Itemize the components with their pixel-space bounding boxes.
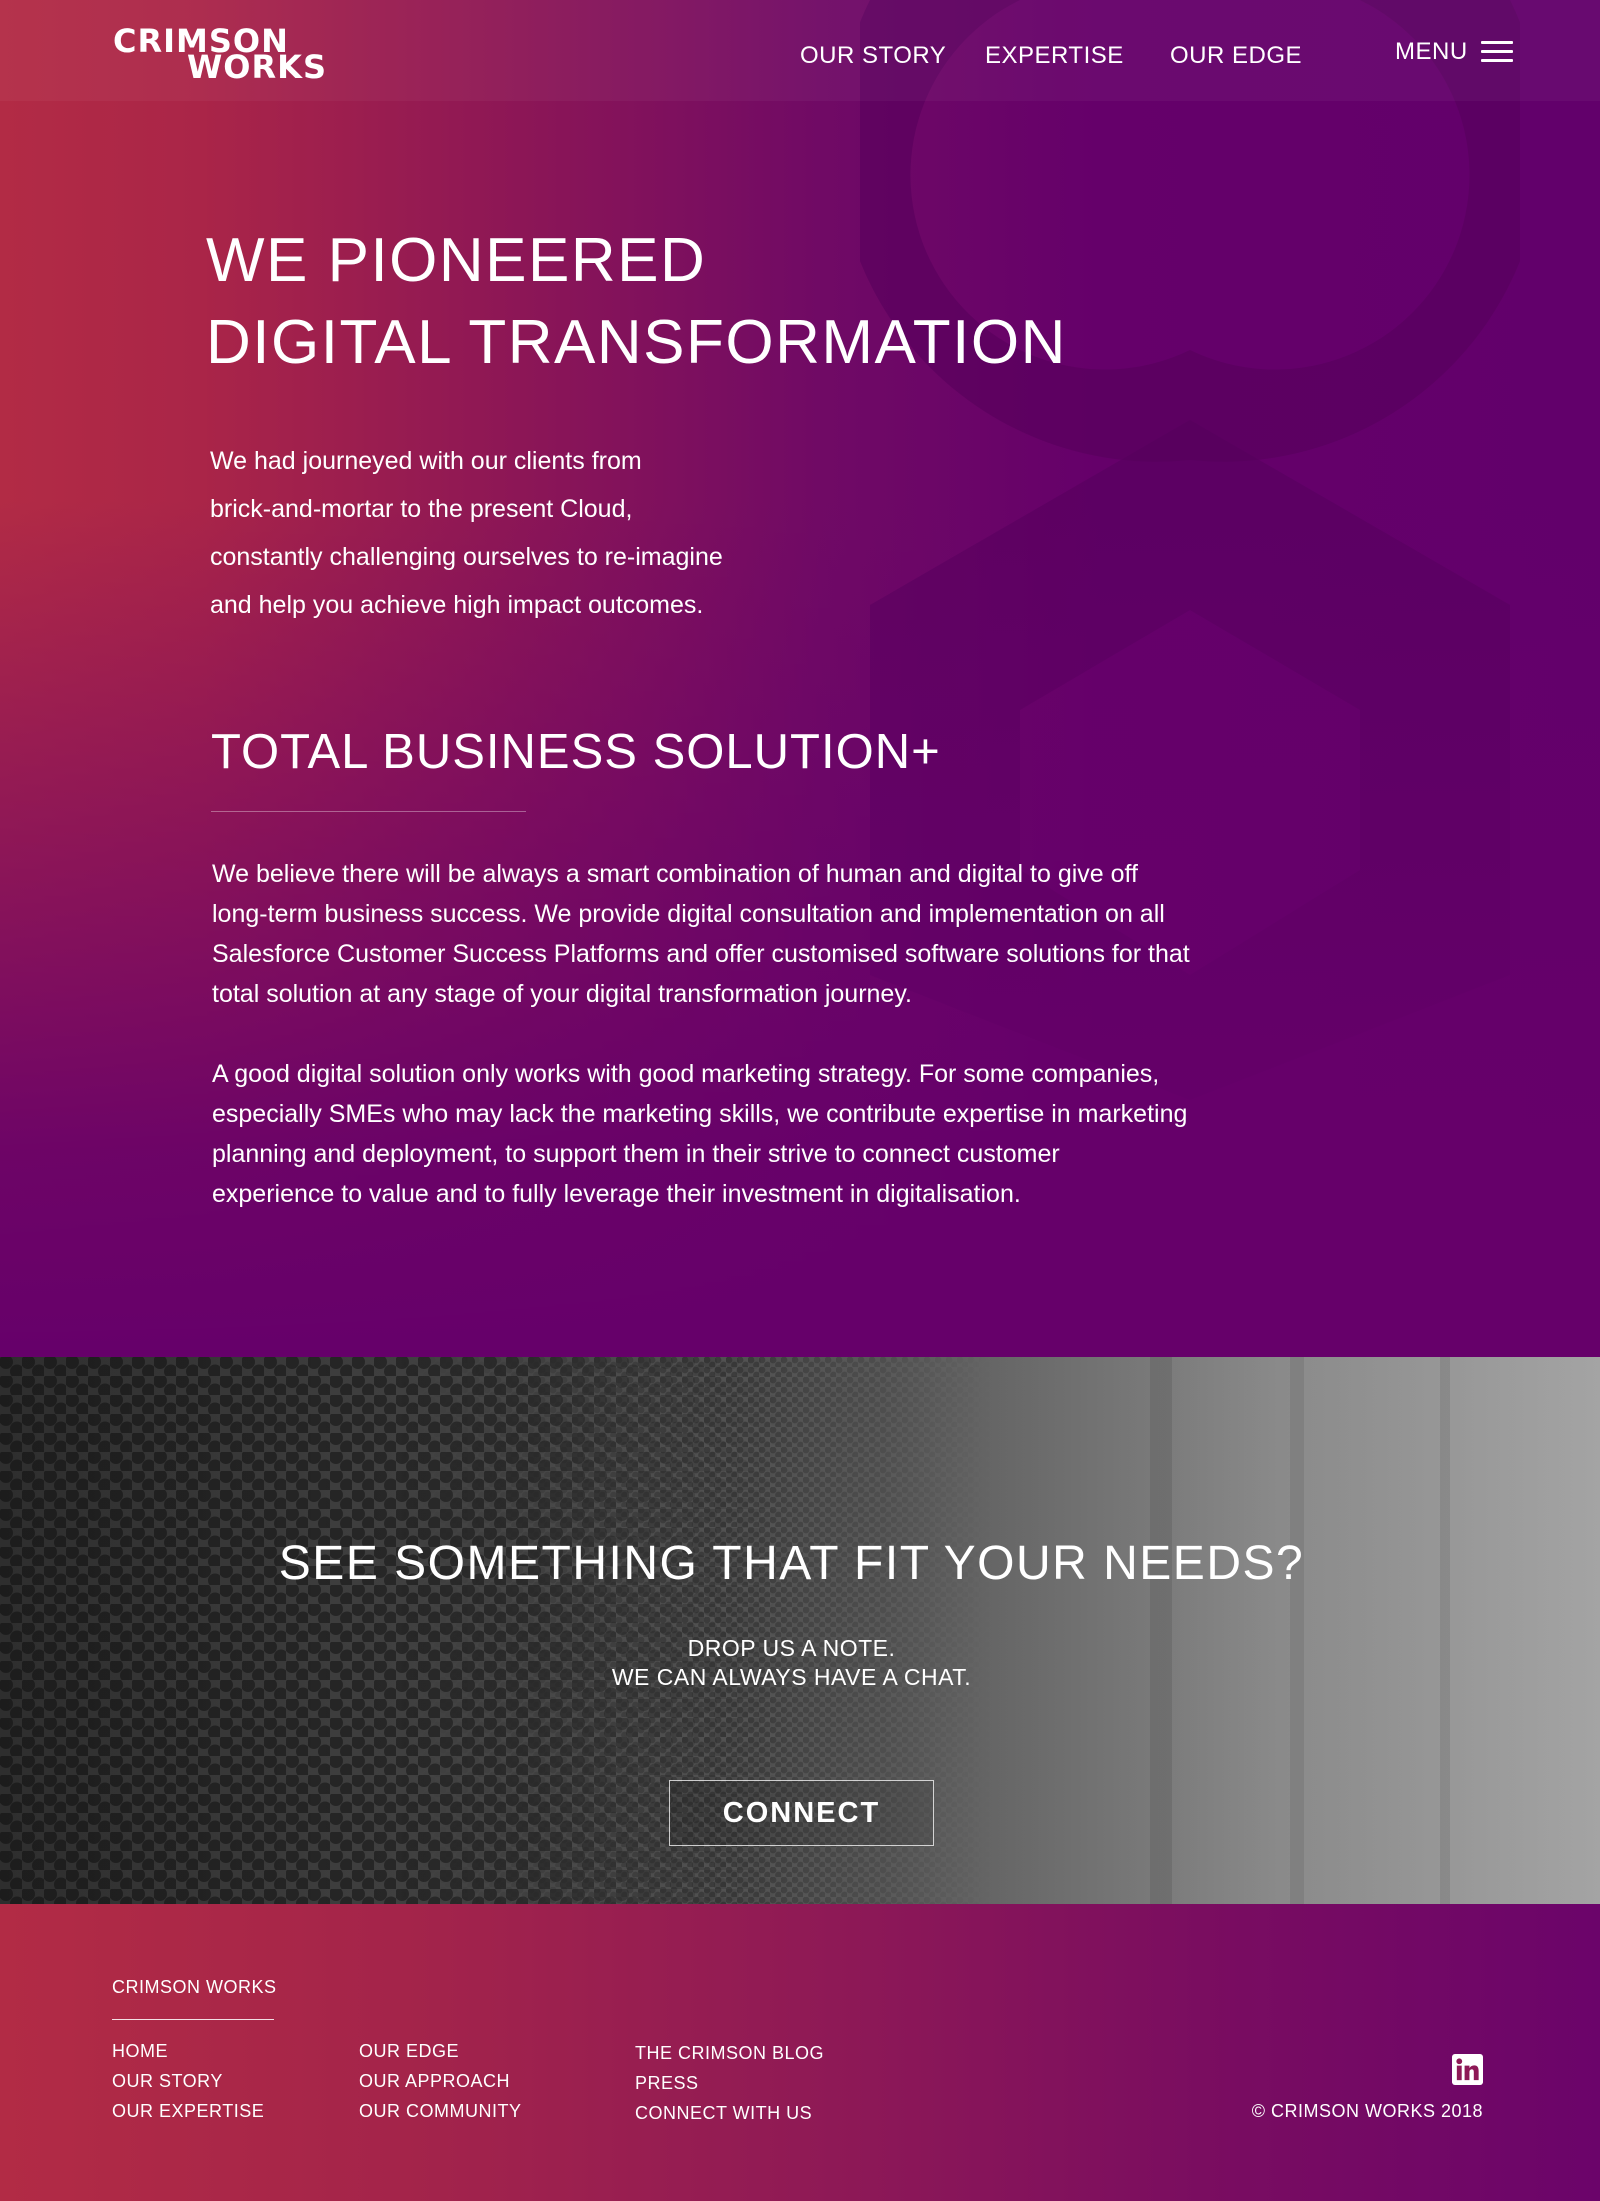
site-header: CRIMSON WORKS OUR STORY EXPERTISE OUR ED… [0,0,1600,101]
nav-our-story[interactable]: OUR STORY [800,42,946,70]
footer-link-our-edge[interactable]: OUR EDGE [359,2040,459,2062]
footer-link-home[interactable]: HOME [112,2040,168,2062]
cta-subtitle-line-1: DROP US A NOTE. [687,1635,896,1661]
footer-divider [112,2019,274,2020]
paragraph-line: planning and deployment, to support them… [212,1140,1060,1168]
paragraph-line: Salesforce Customer Success Platforms an… [212,940,1190,968]
solution-heading: TOTAL BUSINESS SOLUTION+ [211,725,941,779]
paragraph-line: A good digital solution only works with … [212,1060,1160,1088]
solution-paragraph-2: A good digital solution only works with … [212,1054,1382,1214]
footer-link-our-expertise[interactable]: OUR EXPERTISE [112,2100,264,2122]
hero-intro: We had journeyed with our clients from b… [210,437,850,629]
footer-link-our-story[interactable]: OUR STORY [112,2070,223,2092]
footer-link-crimson-blog[interactable]: THE CRIMSON BLOG [635,2042,824,2064]
connect-button[interactable]: CONNECT [669,1780,934,1846]
copyright-text: © CRIMSON WORKS 2018 [1251,2101,1483,2121]
menu-label: MENU [1395,38,1468,65]
cta-title: SEE SOMETHING THAT FIT YOUR NEEDS? [278,1537,1305,1590]
footer-link-our-approach[interactable]: OUR APPROACH [359,2070,510,2092]
hero-headline-line-1: WE PIONEERED [206,226,707,295]
paragraph-line: experience to value and to fully leverag… [212,1180,1021,1208]
linkedin-icon[interactable] [1452,2054,1483,2085]
paragraph-line: especially SMEs who may lack the marketi… [212,1100,1188,1128]
footer-link-press[interactable]: PRESS [635,2072,699,2094]
footer-link-connect-with-us[interactable]: CONNECT WITH US [635,2102,812,2124]
paragraph-line: long-term business success. We provide d… [212,900,1165,928]
logo-line-2: WORKS [187,48,327,86]
intro-line: We had journeyed with our clients from [210,447,642,475]
intro-line: constantly challenging ourselves to re-i… [210,543,723,571]
nav-our-edge[interactable]: OUR EDGE [1170,42,1302,70]
paragraph-line: total solution at any stage of your digi… [212,980,912,1008]
footer-brand: CRIMSON WORKS [112,1977,277,1997]
hero-headline: WE PIONEERED DIGITAL TRANSFORMATION [206,220,1067,384]
cta-subtitle-line-2: WE CAN ALWAYS HAVE A CHAT. [611,1664,972,1690]
intro-line: brick-and-mortar to the present Cloud, [210,495,633,523]
menu-button[interactable]: MENU [1395,38,1513,66]
footer-link-our-community[interactable]: OUR COMMUNITY [359,2100,522,2122]
paragraph-line: We believe there will be always a smart … [212,860,1138,888]
hamburger-icon [1480,40,1513,64]
heading-divider [211,811,526,812]
crimson-works-logo[interactable]: CRIMSON WORKS [113,25,326,83]
hero-headline-line-2: DIGITAL TRANSFORMATION [206,308,1067,377]
intro-line: and help you achieve high impact outcome… [210,591,704,619]
solution-paragraph-1: We believe there will be always a smart … [212,854,1382,1014]
nav-expertise[interactable]: EXPERTISE [985,42,1124,70]
